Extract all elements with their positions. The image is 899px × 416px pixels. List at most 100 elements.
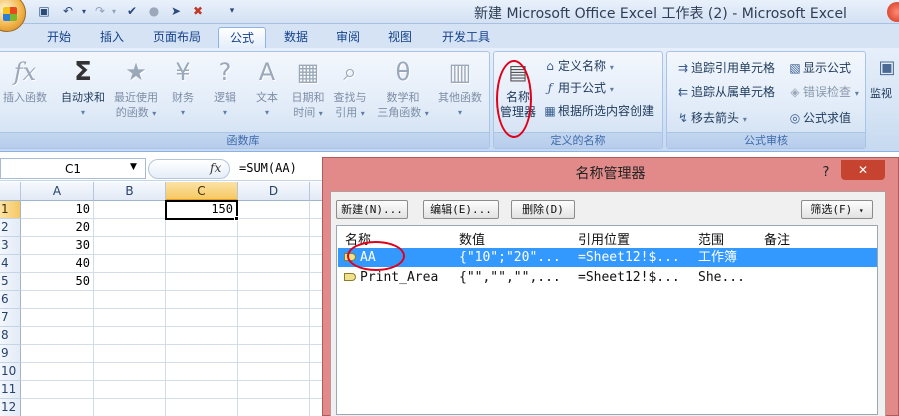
empty-cell[interactable] [21, 381, 94, 399]
tab-home[interactable]: 开始 [34, 27, 84, 48]
empty-cell[interactable] [238, 381, 310, 399]
tab-view[interactable]: 视图 [376, 27, 424, 48]
create-from-selection-button[interactable]: ▦ 根据所选内容创建 [542, 101, 654, 121]
row-header[interactable]: 5 [0, 273, 21, 291]
help-button[interactable]: ? [817, 164, 835, 182]
select-all-corner[interactable] [0, 182, 21, 201]
tab-formulas[interactable]: 公式 [218, 27, 266, 48]
error-checking-button[interactable]: ◈ 错误检查 ▾ [787, 82, 858, 102]
edit-name-button[interactable]: 编辑(E)... [423, 200, 499, 219]
empty-cell[interactable] [21, 291, 94, 309]
empty-cell[interactable] [166, 291, 238, 309]
text-button[interactable]: A 文本 ▾ [247, 54, 287, 130]
empty-cell[interactable] [238, 201, 310, 219]
row-header[interactable]: 4 [0, 255, 21, 273]
stop-icon[interactable]: ✖ [190, 4, 206, 19]
show-formulas-button[interactable]: ▧ 显示公式 [787, 58, 851, 78]
row-header[interactable]: 8 [0, 327, 21, 345]
formula-input[interactable]: =SUM(AA) [239, 161, 297, 175]
header-refers-to[interactable]: 引用位置 [578, 229, 630, 248]
name-manager-button[interactable]: ▤ 名称 管理器 [498, 54, 538, 130]
empty-cell[interactable] [238, 237, 310, 255]
use-in-formula-button[interactable]: ƒ 用于公式 ▾ [542, 78, 614, 98]
empty-cell[interactable] [94, 399, 166, 416]
recently-used-button[interactable]: ★ 最近使用 的函数 ▾ [109, 54, 163, 130]
remove-arrows-button[interactable]: ↯ 移去箭头 ▾ [675, 108, 747, 128]
name-box-dropdown-icon[interactable]: ▼ [130, 162, 137, 172]
names-list[interactable]: 名称 数值 引用位置 范围 备注 AA {"10";"20"... =Sheet… [336, 225, 878, 415]
empty-cell[interactable] [166, 237, 238, 255]
cell-c1-active[interactable]: 150 [165, 200, 238, 220]
empty-cell[interactable] [166, 219, 238, 237]
empty-cell[interactable] [94, 201, 166, 219]
empty-cell[interactable] [94, 237, 166, 255]
lookup-reference-button[interactable]: ⌕ 查找与 引用 ▾ [329, 54, 371, 130]
empty-cell[interactable] [238, 291, 310, 309]
empty-cell[interactable] [166, 273, 238, 291]
empty-cell[interactable] [166, 309, 238, 327]
empty-cell[interactable] [238, 363, 310, 381]
row-header[interactable]: 3 [0, 237, 21, 255]
window-close-button[interactable] [887, 2, 899, 22]
undo-icon[interactable]: ↶ [60, 4, 76, 19]
row-header[interactable]: 6 [0, 291, 21, 309]
empty-cell[interactable] [94, 363, 166, 381]
empty-cell[interactable] [238, 399, 310, 416]
empty-cell[interactable] [238, 273, 310, 291]
tab-page-layout[interactable]: 页面布局 [142, 27, 212, 48]
row-header[interactable]: 1 [0, 201, 21, 219]
math-trig-button[interactable]: θ 数学和 三角函数 ▾ [371, 54, 435, 130]
tab-insert[interactable]: 插入 [88, 27, 136, 48]
undo-dropdown-icon[interactable]: ▾ [76, 4, 92, 19]
col-header-c[interactable]: C [166, 182, 238, 201]
empty-cell[interactable] [21, 399, 94, 416]
empty-cell[interactable] [94, 309, 166, 327]
empty-cell[interactable] [166, 399, 238, 416]
cell-a5[interactable]: 50 [21, 273, 94, 291]
cell-a1[interactable]: 10 [21, 201, 94, 219]
empty-cell[interactable] [21, 309, 94, 327]
empty-cell[interactable] [94, 345, 166, 363]
circle-icon[interactable]: ● [146, 4, 162, 19]
cell-a2[interactable]: 20 [21, 219, 94, 237]
empty-cell[interactable] [94, 255, 166, 273]
empty-cell[interactable] [166, 381, 238, 399]
fill-handle[interactable] [234, 216, 239, 221]
customize-toolbar-icon[interactable]: ▾ [224, 4, 240, 19]
watch-window-button[interactable]: ▣ 监视 [870, 50, 899, 126]
autosum-button[interactable]: Σ 自动求和 ▾ [57, 54, 109, 130]
insert-function-fx-icon[interactable]: fx [210, 161, 221, 175]
delete-name-button[interactable]: 删除(D) [511, 200, 575, 219]
trace-precedents-button[interactable]: ⇉ 追踪引用单元格 [675, 58, 775, 78]
row-header[interactable]: 2 [0, 219, 21, 237]
save-icon[interactable]: ▣ [36, 4, 52, 19]
header-scope[interactable]: 范围 [698, 229, 724, 248]
empty-cell[interactable] [94, 219, 166, 237]
empty-cell[interactable] [94, 291, 166, 309]
empty-cell[interactable] [238, 219, 310, 237]
list-item-aa[interactable]: AA {"10";"20"... =Sheet12!$... 工作簿 [338, 248, 877, 267]
define-name-button[interactable]: ⌂ 定义名称 ▾ [542, 56, 614, 76]
insert-function-button[interactable]: fx 插入函数 [0, 54, 51, 130]
empty-cell[interactable] [166, 345, 238, 363]
empty-cell[interactable] [21, 363, 94, 381]
empty-cell[interactable] [238, 309, 310, 327]
financial-button[interactable]: ¥ 财务 ▾ [163, 54, 203, 130]
row-header[interactable]: 10 [0, 363, 21, 381]
list-item-print-area[interactable]: Print_Area {"","","",... =Sheet12!$... S… [338, 268, 877, 287]
worksheet[interactable]: A B C D 1 2 3 4 5 6 7 8 9 10 11 12 10 20… [0, 182, 334, 416]
new-name-button[interactable]: 新建(N)... [336, 200, 408, 219]
send-icon[interactable]: ➤ [168, 4, 184, 19]
tab-review[interactable]: 审阅 [324, 27, 372, 48]
col-header-d[interactable]: D [238, 182, 310, 201]
header-comment[interactable]: 备注 [764, 229, 790, 248]
cell-a3[interactable]: 30 [21, 237, 94, 255]
datetime-button[interactable]: ▦ 日期和 时间 ▾ [287, 54, 329, 130]
empty-cell[interactable] [238, 327, 310, 345]
empty-cell[interactable] [166, 363, 238, 381]
header-name[interactable]: 名称 [345, 229, 371, 248]
cell-a4[interactable]: 40 [21, 255, 94, 273]
dialog-close-button[interactable]: ✕ [841, 160, 885, 180]
tab-developer[interactable]: 开发工具 [430, 27, 502, 48]
empty-cell[interactable] [94, 273, 166, 291]
